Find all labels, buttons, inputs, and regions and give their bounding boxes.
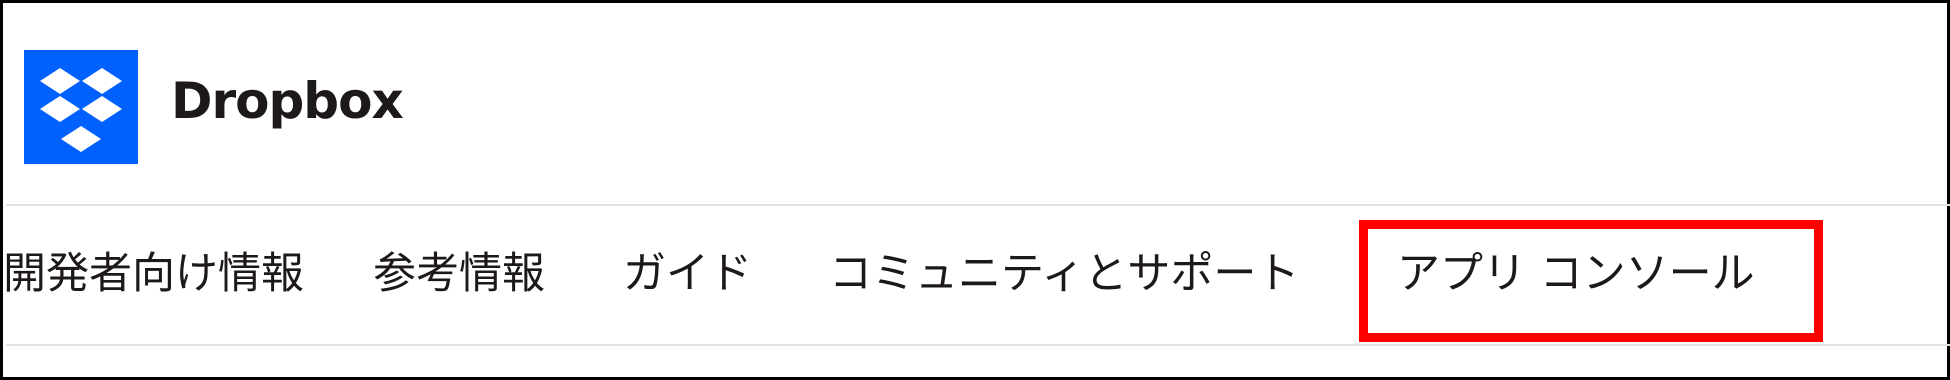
main-nav: 開発者向け情報 参考情報 ガイド コミュニティとサポート アプリ コンソール [3,206,1950,346]
nav-item-developer-info[interactable]: 開発者向け情報 [3,244,304,304]
highlight-box [1359,220,1823,342]
nav-item-reference[interactable]: 参考情報 [373,244,545,304]
site-header: Dropbox [6,6,1950,206]
screenshot-frame: Dropbox 開発者向け情報 参考情報 ガイド コミュニティとサポート アプリ… [0,0,1950,380]
nav-item-guide[interactable]: ガイド [623,244,752,304]
nav-item-community-support[interactable]: コミュニティとサポート [829,244,1299,304]
dropbox-logo-glyph [40,68,122,152]
dropbox-logo-icon[interactable] [24,50,138,164]
brand-name[interactable]: Dropbox [171,66,404,136]
